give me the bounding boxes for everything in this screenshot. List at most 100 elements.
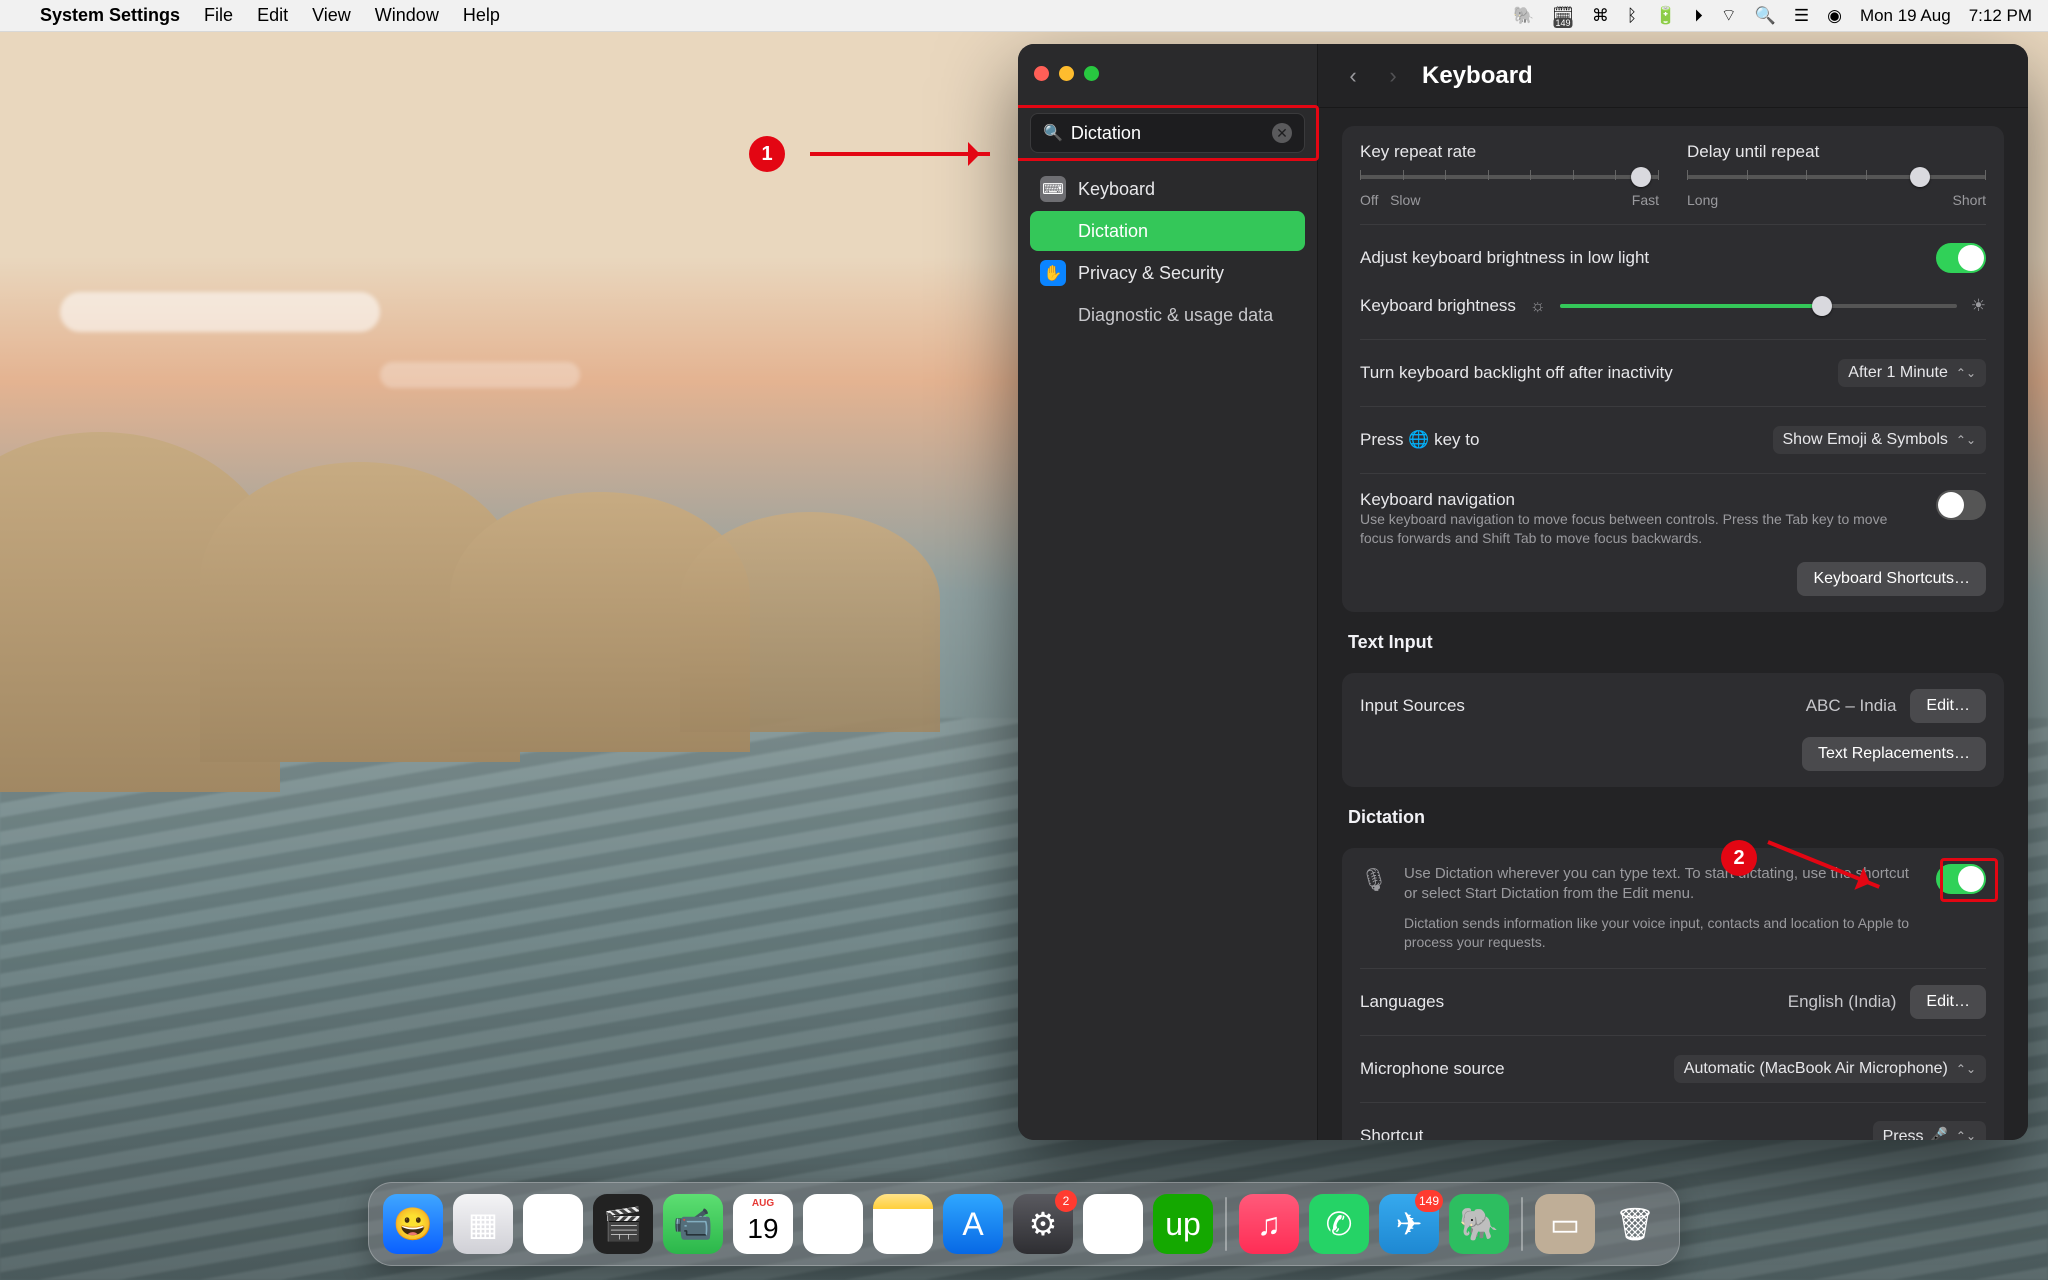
clear-search-icon[interactable]: ✕: [1272, 123, 1292, 143]
dock-final-cut[interactable]: 🎬: [593, 1194, 653, 1254]
annotation-1-arrow: [810, 152, 990, 156]
dock-preview-doc[interactable]: ▭: [1535, 1194, 1595, 1254]
dock-evernote[interactable]: 🐘: [1449, 1194, 1509, 1254]
dictation-lang-edit-button[interactable]: Edit…: [1910, 985, 1986, 1019]
brightness-slider[interactable]: [1560, 297, 1957, 315]
dock-launchpad[interactable]: ▦: [453, 1194, 513, 1254]
control-center-icon[interactable]: ☰: [1794, 6, 1809, 26]
delay-label: Delay until repeat: [1687, 142, 1986, 162]
keyboard-shortcuts-button[interactable]: Keyboard Shortcuts…: [1797, 562, 1986, 596]
sidebar-item-dictation[interactable]: Dictation: [1030, 211, 1305, 251]
menu-view[interactable]: View: [312, 5, 351, 26]
wifi-icon[interactable]: ⌔: [1721, 5, 1737, 26]
dock-slack[interactable]: ✱: [1083, 1194, 1143, 1254]
dictation-mic-select[interactable]: Automatic (MacBook Air Microphone)⌃⌄: [1674, 1055, 1986, 1083]
desktop[interactable]: 🔍 Dictation ✕ ⌨ Keyboard Dictation ✋ Pri…: [0, 32, 2048, 1280]
dock-chrome[interactable]: ◎: [523, 1194, 583, 1254]
dock-reminders[interactable]: ☶: [803, 1194, 863, 1254]
dock-badge: 149: [1415, 1190, 1443, 1212]
menu-help[interactable]: Help: [463, 5, 500, 26]
menu-window[interactable]: Window: [375, 5, 439, 26]
sidebar-item-diagnostic[interactable]: Diagnostic & usage data: [1030, 295, 1305, 335]
input-sources-edit-button[interactable]: Edit…: [1910, 689, 1986, 723]
search-input[interactable]: 🔍 Dictation ✕: [1030, 113, 1305, 153]
content-toolbar: ‹ › Keyboard: [1318, 44, 2028, 108]
repeat-sliders: Key repeat rate Off Slow Fast: [1360, 142, 1986, 208]
battery-icon[interactable]: 🔋: [1655, 6, 1676, 26]
dock-calendar[interactable]: AUG19: [733, 1194, 793, 1254]
menubar: System Settings File Edit View Window He…: [0, 0, 2048, 32]
sidebar-item-keyboard[interactable]: ⌨ Keyboard: [1030, 169, 1305, 209]
annotation-2-badge: 2: [1721, 840, 1757, 876]
dock-settings[interactable]: ⚙2: [1013, 1194, 1073, 1254]
wallpaper-cloud: [60, 292, 380, 332]
brightness-row: Keyboard brightness ☼ ☀: [1360, 289, 1986, 323]
key-repeat-rate: Key repeat rate Off Slow Fast: [1360, 142, 1659, 208]
textinput-card: Input Sources ABC – India Edit… Text Rep…: [1342, 673, 2004, 787]
minimize-button[interactable]: [1059, 66, 1074, 81]
globe-key-select[interactable]: Show Emoji & Symbols⌃⌄: [1773, 426, 1987, 454]
chevron-updown-icon: ⌃⌄: [1956, 434, 1976, 446]
dock-whatsapp[interactable]: ✆: [1309, 1194, 1369, 1254]
settings-content: ‹ › Keyboard Key repeat rate: [1318, 44, 2028, 1140]
menu-file[interactable]: File: [204, 5, 233, 26]
chevron-updown-icon: ⌃⌄: [1956, 1063, 1976, 1075]
dock: 😀▦◎🎬📹AUG19☶≣A⚙2✱up ♫✆✈149🐘 ▭🗑: [368, 1182, 1680, 1266]
text-replacements-button[interactable]: Text Replacements…: [1802, 737, 1986, 771]
backlight-off-label: Turn keyboard backlight off after inacti…: [1360, 363, 1824, 383]
dock-notes[interactable]: ≣: [873, 1194, 933, 1254]
wallpaper-cloud: [380, 362, 580, 388]
dictation-lang-label: Languages: [1360, 992, 1774, 1012]
brightness-auto-label: Adjust keyboard brightness in low light: [1360, 248, 1922, 268]
zoom-button[interactable]: [1084, 66, 1099, 81]
key-repeat-slider[interactable]: [1360, 168, 1659, 186]
search-value: Dictation: [1071, 123, 1141, 144]
menubar-date[interactable]: Mon 19 Aug: [1860, 6, 1951, 26]
delay-slider[interactable]: [1687, 168, 1986, 186]
siri-icon[interactable]: ◉: [1827, 6, 1842, 26]
screen-mirror-icon[interactable]: ⏵: [1694, 6, 1703, 26]
dictation-shortcut-row: Shortcut Press 🎤⌃⌄: [1360, 1119, 1986, 1140]
brightness-high-icon: ☀: [1971, 296, 1986, 316]
keyboard-nav-row: Keyboard navigation Use keyboard navigat…: [1360, 490, 1986, 548]
backlight-off-select[interactable]: After 1 Minute⌃⌄: [1838, 359, 1986, 387]
system-settings-window: 🔍 Dictation ✕ ⌨ Keyboard Dictation ✋ Pri…: [1018, 44, 2028, 1140]
search-wrapper: 🔍 Dictation ✕: [1030, 113, 1305, 153]
dock-badge: 2: [1055, 1190, 1077, 1212]
content-scroll[interactable]: Key repeat rate Off Slow Fast: [1318, 108, 2028, 1140]
brightness-label: Keyboard brightness: [1360, 296, 1516, 316]
dock-trash[interactable]: 🗑: [1605, 1194, 1665, 1254]
menu-edit[interactable]: Edit: [257, 5, 288, 26]
back-button[interactable]: ‹: [1342, 63, 1364, 89]
page-title: Keyboard: [1422, 62, 1533, 90]
input-sources-value: ABC – India: [1806, 696, 1897, 716]
dock-facetime[interactable]: 📹: [663, 1194, 723, 1254]
backlight-off-row: Turn keyboard backlight off after inacti…: [1360, 356, 1986, 390]
dictation-toggle[interactable]: [1936, 864, 1986, 894]
dock-music[interactable]: ♫: [1239, 1194, 1299, 1254]
dock-separator: [1521, 1197, 1523, 1251]
dictation-card: 🎙 Use Dictation wherever you can type te…: [1342, 848, 2004, 1140]
menubar-time[interactable]: 7:12 PM: [1969, 6, 2032, 26]
keyboard-nav-help: Use keyboard navigation to move focus be…: [1360, 510, 1922, 548]
dock-telegram[interactable]: ✈149: [1379, 1194, 1439, 1254]
forward-button[interactable]: ›: [1382, 63, 1404, 89]
spotlight-icon[interactable]: 🔍: [1755, 6, 1776, 26]
dock-finder[interactable]: 😀: [383, 1194, 443, 1254]
window-controls: [1030, 60, 1305, 101]
dock-appstore[interactable]: A: [943, 1194, 1003, 1254]
close-button[interactable]: [1034, 66, 1049, 81]
sidebar-item-label: Privacy & Security: [1078, 263, 1224, 284]
sidebar-item-privacy[interactable]: ✋ Privacy & Security: [1030, 253, 1305, 293]
dictation-lang-row: Languages English (India) Edit…: [1360, 985, 1986, 1019]
calendar-menuextra-icon[interactable]: 🗓149: [1552, 6, 1574, 26]
keyboard-icon: ⌨: [1040, 176, 1066, 202]
app-menu[interactable]: System Settings: [40, 5, 180, 26]
dictation-shortcut-select[interactable]: Press 🎤⌃⌄: [1873, 1121, 1986, 1140]
creative-cloud-icon[interactable]: ⌘: [1592, 6, 1609, 26]
dock-upwork[interactable]: up: [1153, 1194, 1213, 1254]
evernote-menuextra-icon[interactable]: 🐘: [1513, 6, 1534, 26]
brightness-auto-toggle[interactable]: [1936, 243, 1986, 273]
bluetooth-icon[interactable]: ᛒ: [1627, 6, 1637, 26]
keyboard-nav-toggle[interactable]: [1936, 490, 1986, 520]
